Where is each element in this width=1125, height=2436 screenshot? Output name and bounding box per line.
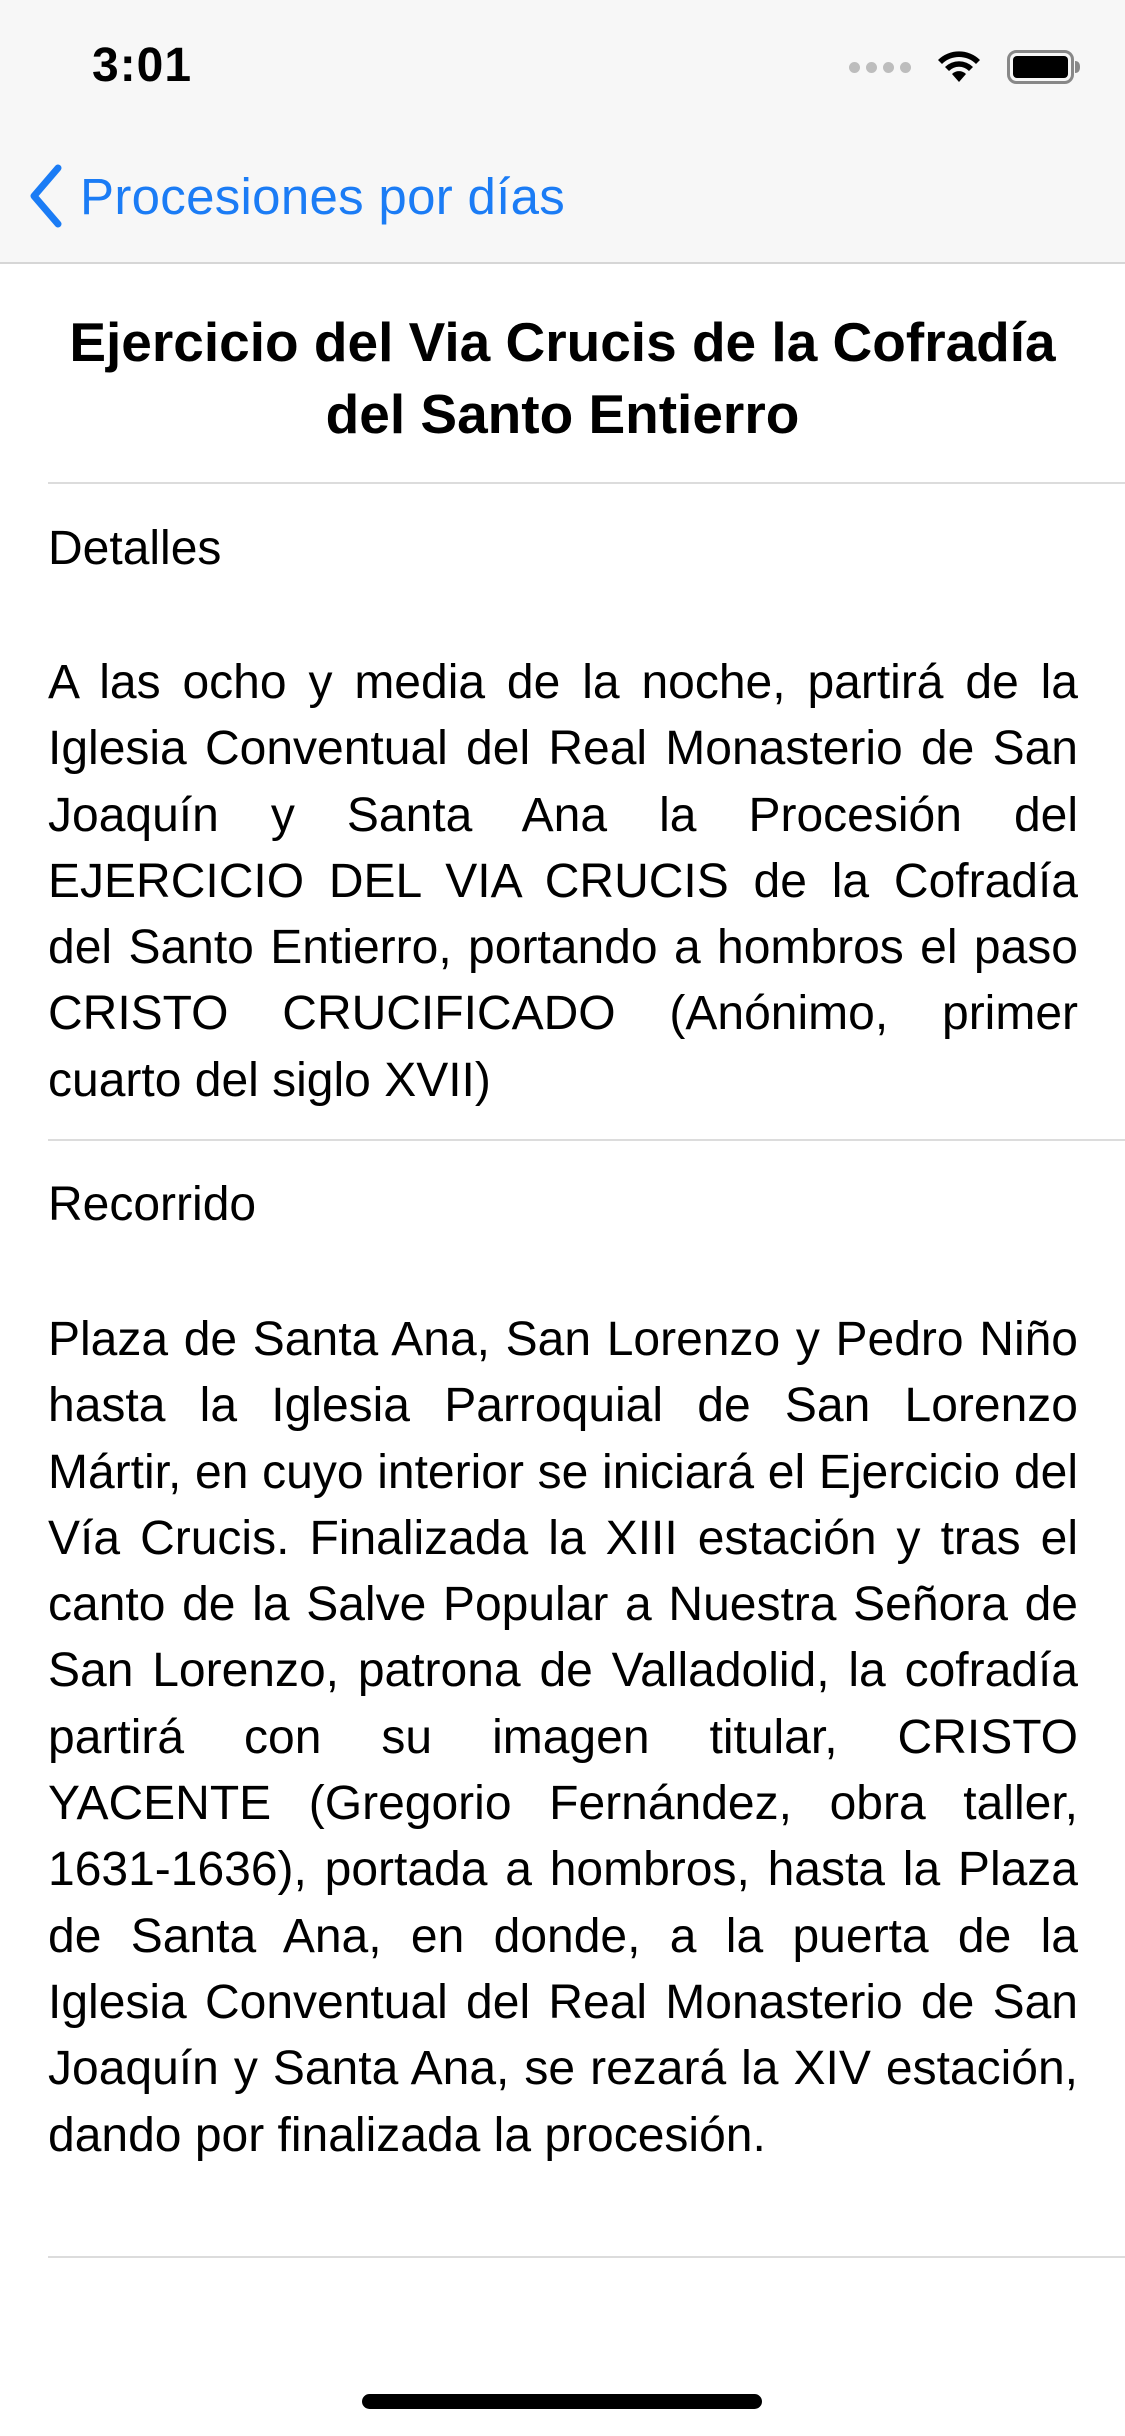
divider [48, 2256, 1125, 2258]
section-text-recorrido: Plaza de Santa Ana, San Lorenzo y Pedro … [48, 1313, 1078, 2162]
page-title: Ejercicio del Via Crucis de la Cofradía … [69, 311, 1056, 445]
status-time: 3:01 [92, 39, 193, 92]
chevron-left-icon [26, 164, 66, 228]
home-indicator[interactable] [362, 2394, 762, 2409]
status-icons [849, 50, 1081, 84]
section-text-detalles: A las ocho y media de la noche, partirá … [48, 656, 1078, 1107]
back-button-label: Procesiones por días [80, 167, 566, 225]
signal-dots-icon [849, 61, 911, 73]
section-heading-recorrido: Recorrido [48, 1178, 257, 1231]
wifi-icon [937, 50, 981, 84]
divider [48, 1139, 1125, 1141]
battery-icon [1007, 50, 1081, 84]
screen: 3:01 Procesiones por días Ejercicio del … [0, 0, 1125, 2436]
section-heading-detalles: Detalles [48, 522, 222, 575]
back-button[interactable]: Procesiones por días [26, 164, 565, 228]
top-bar: 3:01 Procesiones por días [0, 0, 1125, 264]
divider [48, 482, 1125, 484]
